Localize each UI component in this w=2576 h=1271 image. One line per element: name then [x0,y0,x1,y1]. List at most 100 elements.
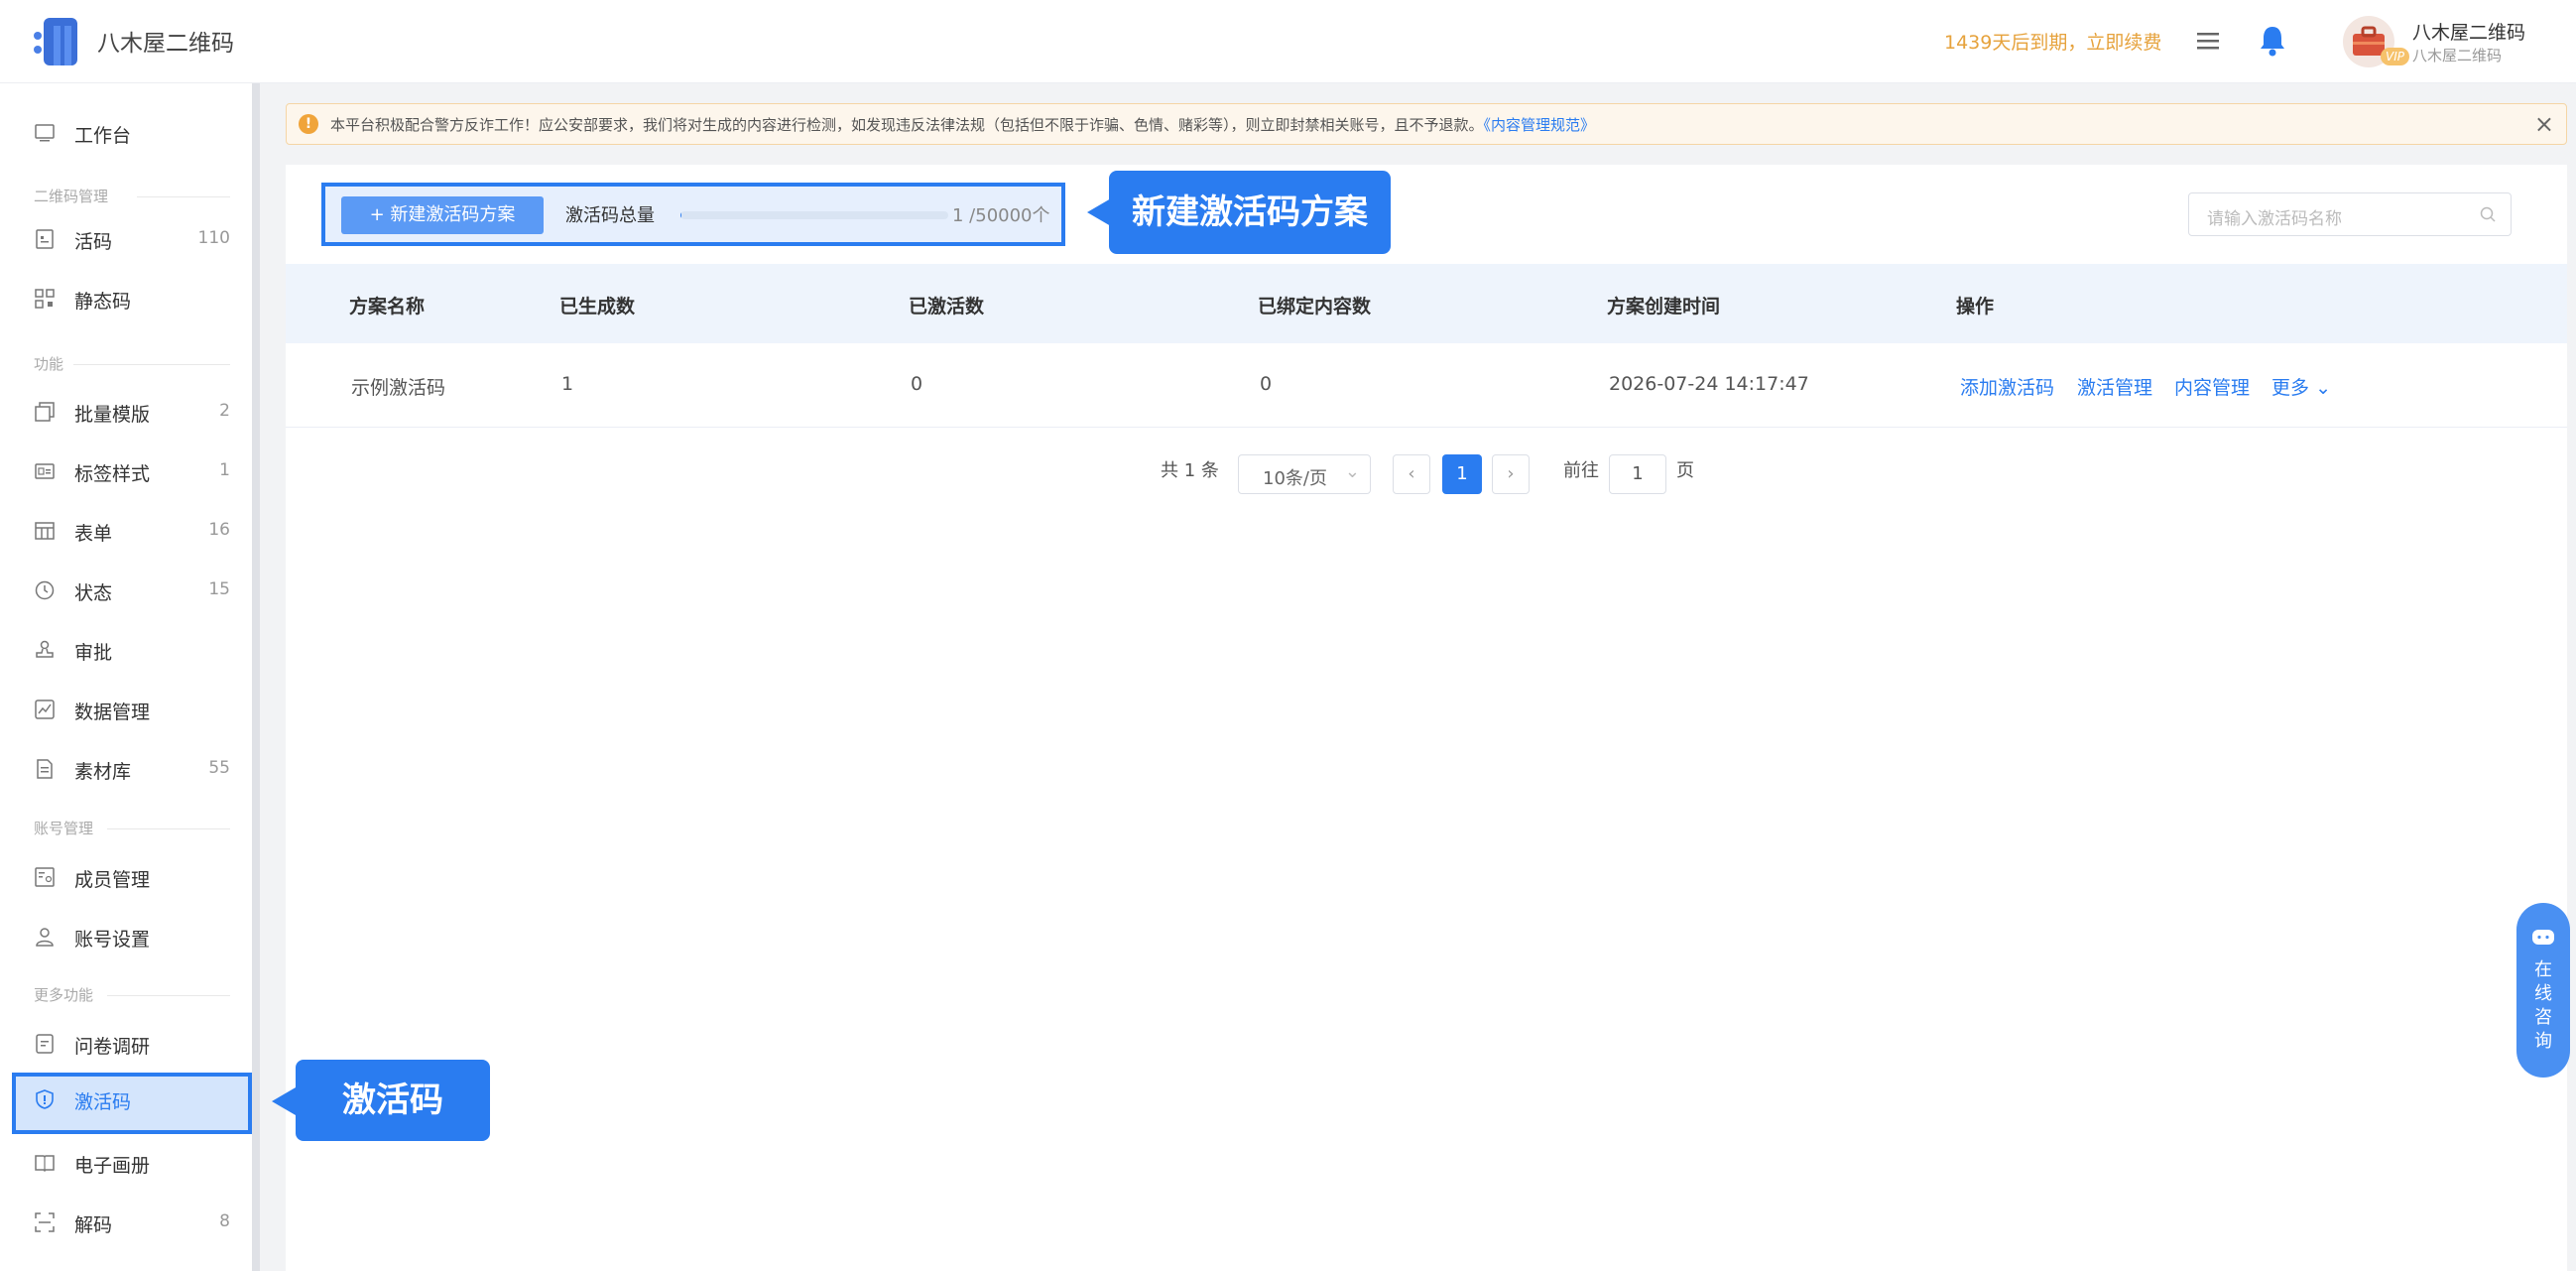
user-icon [36,928,54,947]
quota-progress [680,211,948,219]
divider [107,995,230,996]
chart-icon [35,699,55,719]
user-subtitle: 八木屋二维码 [2412,47,2503,64]
online-consult-button[interactable]: 在线咨询 [2516,903,2570,1078]
stamp-icon [36,640,54,658]
survey-icon [36,1034,54,1054]
callout-new-scheme: 新建激活码方案 [1109,171,1391,254]
section-qrcode: 二维码管理 [34,188,109,205]
sidebar-item-huoma[interactable]: 活码 110 [12,212,252,266]
more-label: 更多 [2271,377,2310,399]
notice-bar: ! 本平台积极配合警方反诈工作！应公安部要求，我们将对生成的内容进行检测，如发现… [286,103,2567,145]
sidebar-item-static[interactable]: 静态码 [12,272,252,325]
sidebar-item-approval[interactable]: 审批 [12,623,252,677]
page-size-select[interactable]: 10条/页 ⌄ [1238,454,1371,494]
cell-bound: 0 [1260,373,1273,395]
sidebar-item-label: 电子画册 [74,1155,151,1177]
callout-arrow [1087,198,1111,226]
sidebar: 工作台 二维码管理 活码 110 静态码 功能 批量模版 2 标签样式 1 表单… [0,83,260,1271]
sidebar-item-count: 8 [219,1211,230,1231]
sidebar-item-decode[interactable]: 解码 8 [12,1196,252,1249]
document-icon [37,759,53,779]
total-label: 激活码总量 [565,205,655,226]
search-placeholder: 请输入激活码名称 [2207,209,2342,229]
sidebar-item-data[interactable]: 数据管理 [12,683,252,736]
table-header: 方案名称 已生成数 已激活数 已绑定内容数 方案创建时间 操作 [286,264,2567,343]
sidebar-item-label: 素材库 [74,761,132,783]
sidebar-item-status[interactable]: 状态 15 [12,564,252,617]
sidebar-item-label: 审批 [74,642,113,664]
sidebar-item-label: 状态 [74,582,113,604]
callout-arrow [272,1087,296,1115]
prev-page-button[interactable]: ‹ [1393,454,1430,494]
current-page[interactable]: 1 [1442,454,1482,494]
chevron-down-icon: ⌄ [2315,377,2331,399]
sidebar-item-account-settings[interactable]: 账号设置 [12,910,252,963]
scan-icon [35,1212,55,1232]
column-header: 已激活数 [909,296,985,318]
search-input[interactable]: 请输入激活码名称 [2188,192,2512,236]
sidebar-item-count: 15 [208,579,230,599]
sidebar-item-label: 数据管理 [74,701,151,723]
total-value: 1 /50000个 [952,205,1050,226]
vip-badge: VIP [2381,48,2409,65]
book-icon [35,1155,55,1173]
qrcode-icon [35,289,55,309]
sidebar-item-count: 1 [219,460,230,480]
sidebar-item-material[interactable]: 素材库 55 [12,742,252,796]
sidebar-item-label: 批量模版 [74,404,151,426]
sidebar-item-batch[interactable]: 批量模版 2 [12,385,252,439]
column-header: 已生成数 [559,296,636,318]
cell-name: 示例激活码 [351,377,446,399]
sidebar-item-count: 110 [197,228,230,248]
goto-suffix: 页 [1676,460,1694,481]
consult-label: 在线咨询 [2534,959,2552,1052]
sidebar-item-label: 成员管理 [74,869,151,891]
column-header: 操作 [1956,296,1995,318]
next-page-button[interactable]: › [1492,454,1530,494]
notice-link[interactable]: 《内容管理规范》 [1484,116,1596,134]
clock-icon [35,580,55,600]
close-icon[interactable]: × [2534,110,2554,138]
bell-icon[interactable] [2257,24,2288,58]
chat-icon [2532,930,2554,945]
sidebar-item-label: 解码 [74,1214,113,1236]
member-card-icon [35,867,55,887]
quota-progress-fill [680,211,682,219]
new-scheme-button[interactable]: + 新建激活码方案 [341,196,544,234]
sidebar-item-members[interactable]: 成员管理 [12,850,252,904]
toolbar-highlight: + 新建激活码方案 激活码总量 1 /50000个 [321,183,1065,246]
sidebar-item-label: 工作台 [74,125,132,147]
search-icon[interactable] [2479,205,2497,223]
sidebar-item-label: 标签样式 [74,463,151,485]
sidebar-item-label: 活码 [74,231,113,253]
sidebar-item-label: 激活码 [74,1091,132,1113]
section-account: 账号管理 [34,820,94,837]
menu-icon[interactable] [2194,27,2222,55]
shield-icon [36,1089,54,1109]
column-header: 方案名称 [349,296,426,318]
logo-icon[interactable] [30,14,83,69]
sidebar-item-survey[interactable]: 问卷调研 [12,1017,252,1071]
copy-icon [35,402,55,422]
activation-manage-link[interactable]: 激活管理 [2077,373,2152,400]
sidebar-item-activation[interactable]: 激活码 [12,1073,252,1134]
sidebar-item-workbench[interactable]: 工作台 [12,106,252,160]
callout-activation: 激活码 [296,1060,490,1141]
add-activation-code-link[interactable]: 添加激活码 [1960,373,2054,400]
sidebar-item-album[interactable]: 电子画册 [12,1136,252,1190]
sidebar-item-count: 2 [219,401,230,421]
pagination-total: 共 1 条 [1161,460,1219,481]
user-name[interactable]: 八木屋二维码 [2412,18,2525,45]
sidebar-item-label-style[interactable]: 标签样式 1 [12,445,252,498]
notice-text: 本平台积极配合警方反诈工作！应公安部要求，我们将对生成的内容进行检测，如发现违反… [330,114,1595,135]
renew-link[interactable]: 1439天后到期，立即续费 [1944,28,2161,55]
more-dropdown[interactable]: 更多 ⌄ [2271,373,2331,400]
goto-page-input[interactable]: 1 [1609,454,1666,494]
sidebar-item-form[interactable]: 表单 16 [12,504,252,558]
monitor-icon [35,124,55,142]
file-code-icon [36,229,54,249]
table-icon [35,522,55,540]
app-title: 八木屋二维码 [97,31,234,57]
content-manage-link[interactable]: 内容管理 [2174,373,2250,400]
